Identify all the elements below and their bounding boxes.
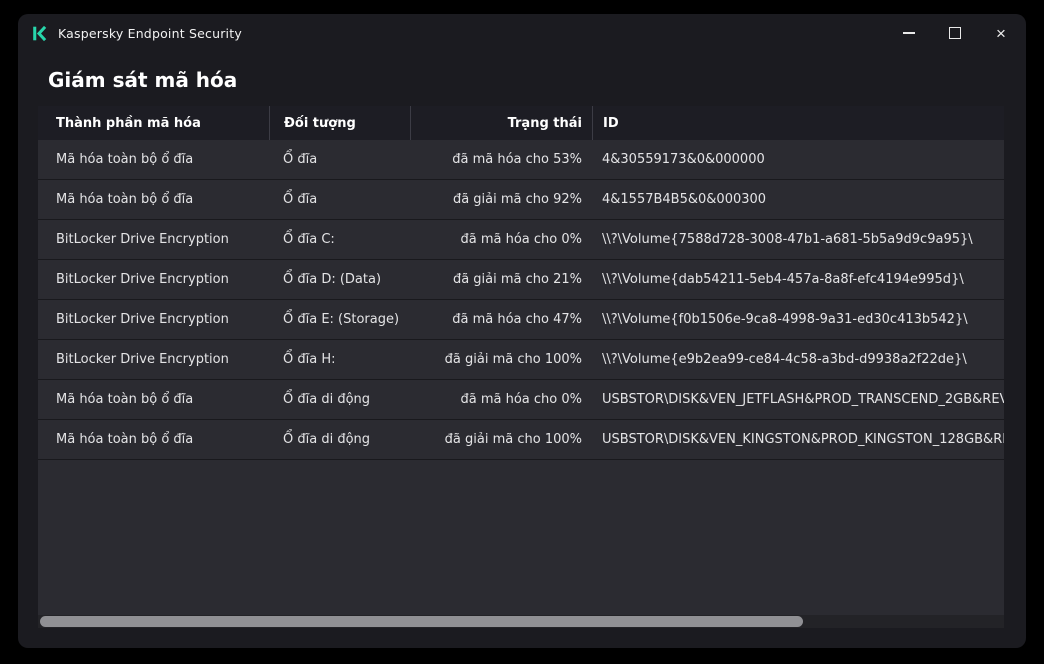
cell-object: Ổ đĩa di động	[269, 420, 410, 459]
maximize-button[interactable]	[932, 16, 978, 50]
table-header-row: Thành phần mã hóa Đối tượng Trạng thái I…	[38, 106, 1004, 140]
cell-component: BitLocker Drive Encryption	[38, 340, 269, 379]
cell-id: \\?\Volume{7588d728-3008-47b1-a681-5b5a9…	[592, 220, 1004, 259]
table-row[interactable]: BitLocker Drive Encryption Ổ đĩa C: đã m…	[38, 220, 1004, 260]
cell-status: đã mã hóa cho 53%	[410, 140, 592, 179]
cell-object: Ổ đĩa	[269, 180, 410, 219]
table-row[interactable]: Mã hóa toàn bộ ổ đĩa Ổ đĩa đã giải mã ch…	[38, 180, 1004, 220]
cell-status: đã giải mã cho 100%	[410, 420, 592, 459]
cell-id: \\?\Volume{f0b1506e-9ca8-4998-9a31-ed30c…	[592, 300, 1004, 339]
cell-status: đã giải mã cho 21%	[410, 260, 592, 299]
table-row[interactable]: BitLocker Drive Encryption Ổ đĩa H: đã g…	[38, 340, 1004, 380]
title-bar: Kaspersky Endpoint Security ×	[18, 14, 1026, 52]
cell-component: BitLocker Drive Encryption	[38, 220, 269, 259]
cell-component: Mã hóa toàn bộ ổ đĩa	[38, 180, 269, 219]
minimize-button[interactable]	[886, 16, 932, 50]
cell-status: đã giải mã cho 92%	[410, 180, 592, 219]
cell-id: 4&1557B4B5&0&000300	[592, 180, 1004, 219]
cell-component: Mã hóa toàn bộ ổ đĩa	[38, 380, 269, 419]
cell-status: đã giải mã cho 100%	[410, 340, 592, 379]
column-header-id: ID	[592, 106, 1004, 140]
cell-component: BitLocker Drive Encryption	[38, 300, 269, 339]
table-row[interactable]: Mã hóa toàn bộ ổ đĩa Ổ đĩa di động đã mã…	[38, 380, 1004, 420]
table-row[interactable]: Mã hóa toàn bộ ổ đĩa Ổ đĩa đã mã hóa cho…	[38, 140, 1004, 180]
close-button[interactable]: ×	[978, 16, 1024, 50]
cell-id: \\?\Volume{dab54211-5eb4-457a-8a8f-efc41…	[592, 260, 1004, 299]
cell-id: \\?\Volume{e9b2ea99-ce84-4c58-a3bd-d9938…	[592, 340, 1004, 379]
close-icon: ×	[996, 25, 1006, 42]
horizontal-scrollbar[interactable]	[38, 615, 1004, 628]
maximize-icon	[949, 27, 961, 39]
scrollbar-thumb[interactable]	[40, 616, 803, 627]
cell-component: Mã hóa toàn bộ ổ đĩa	[38, 140, 269, 179]
window-controls: ×	[886, 14, 1024, 52]
cell-id: USBSTOR\DISK&VEN_KINGSTON&PROD_KINGSTON_…	[592, 420, 1004, 459]
cell-object: Ổ đĩa di động	[269, 380, 410, 419]
minimize-icon	[903, 32, 915, 34]
table-body: Mã hóa toàn bộ ổ đĩa Ổ đĩa đã mã hóa cho…	[38, 140, 1004, 460]
cell-object: Ổ đĩa H:	[269, 340, 410, 379]
cell-status: đã mã hóa cho 0%	[410, 220, 592, 259]
cell-status: đã mã hóa cho 47%	[410, 300, 592, 339]
cell-component: Mã hóa toàn bộ ổ đĩa	[38, 420, 269, 459]
cell-id: 4&30559173&0&000000	[592, 140, 1004, 179]
cell-object: Ổ đĩa E: (Storage)	[269, 300, 410, 339]
table-row[interactable]: BitLocker Drive Encryption Ổ đĩa D: (Dat…	[38, 260, 1004, 300]
table-empty-area	[38, 460, 1004, 615]
column-header-object: Đối tượng	[269, 106, 410, 140]
kaspersky-logo-icon	[31, 25, 48, 42]
column-header-status: Trạng thái	[410, 106, 592, 140]
cell-status: đã mã hóa cho 0%	[410, 380, 592, 419]
cell-object: Ổ đĩa C:	[269, 220, 410, 259]
page-title: Giám sát mã hóa	[48, 68, 1026, 92]
cell-component: BitLocker Drive Encryption	[38, 260, 269, 299]
cell-object: Ổ đĩa D: (Data)	[269, 260, 410, 299]
table-row[interactable]: BitLocker Drive Encryption Ổ đĩa E: (Sto…	[38, 300, 1004, 340]
table-row[interactable]: Mã hóa toàn bộ ổ đĩa Ổ đĩa di động đã gi…	[38, 420, 1004, 460]
column-header-component: Thành phần mã hóa	[38, 106, 269, 140]
cell-object: Ổ đĩa	[269, 140, 410, 179]
app-window: Kaspersky Endpoint Security × Giám sát m…	[18, 14, 1026, 648]
cell-id: USBSTOR\DISK&VEN_JETFLASH&PROD_TRANSCEND…	[592, 380, 1004, 419]
encryption-monitoring-table: Thành phần mã hóa Đối tượng Trạng thái I…	[38, 106, 1004, 628]
window-title: Kaspersky Endpoint Security	[58, 26, 242, 41]
